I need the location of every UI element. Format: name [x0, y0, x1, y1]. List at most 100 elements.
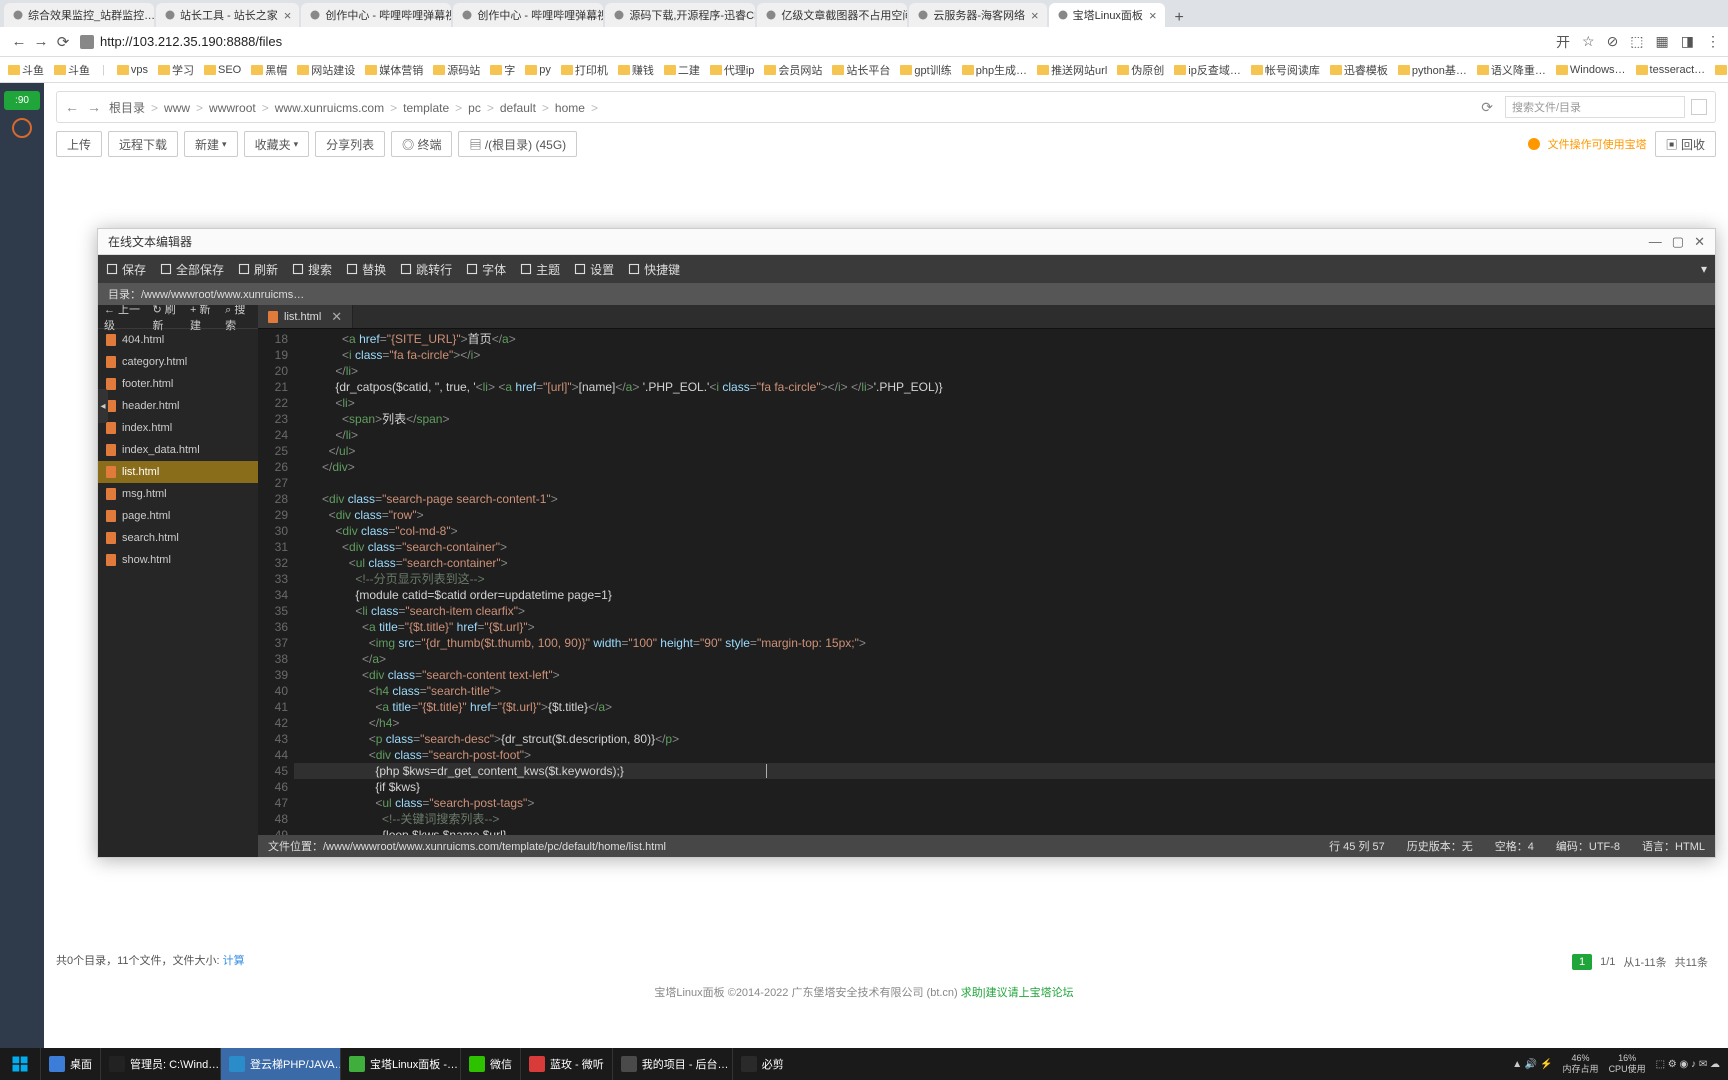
browser-tab-0[interactable]: 综合效果监控_站群监控…×: [4, 3, 154, 27]
toolbar-btn-0[interactable]: 上传: [56, 131, 102, 157]
bookmark-21[interactable]: ip反查域…: [1174, 62, 1241, 78]
back-button[interactable]: ←: [8, 33, 30, 50]
menu-saveall[interactable]: 全部保存: [160, 261, 224, 278]
bookmark-7[interactable]: 媒体营销: [365, 62, 423, 78]
bookmark-13[interactable]: 二建: [664, 62, 700, 78]
menu-hotkey[interactable]: 快捷键: [628, 261, 680, 278]
bookmark-5[interactable]: 黑帽: [251, 62, 287, 78]
breadcrumb-1[interactable]: www: [164, 101, 190, 115]
minimize-button[interactable]: —: [1649, 234, 1662, 250]
menu-theme[interactable]: 主题: [520, 261, 560, 278]
site-info-icon[interactable]: [80, 35, 94, 49]
menu-font[interactable]: 字体: [466, 261, 506, 278]
file-category-html[interactable]: category.html: [98, 351, 258, 373]
taskbar-item-6[interactable]: 我的项目 - 后台…: [612, 1048, 732, 1080]
file-404-html[interactable]: 404.html: [98, 329, 258, 351]
browser-tab-7[interactable]: 宝塔Linux面板×: [1049, 3, 1165, 27]
bookmark-22[interactable]: 帐号阅读库: [1251, 62, 1320, 78]
tray-icons[interactable]: ▲ 🔊 ⚡: [1512, 1059, 1552, 1070]
bookmark-0[interactable]: 斗鱼: [8, 62, 44, 78]
addr-action-6[interactable]: ⋮: [1706, 33, 1720, 50]
file-search-input[interactable]: 搜索文件/目录: [1505, 96, 1685, 118]
bookmark-6[interactable]: 网站建设: [297, 62, 355, 78]
file-footer-html[interactable]: footer.html: [98, 373, 258, 395]
browser-tab-5[interactable]: 亿级文章截图器不占用空间,筛…×: [757, 3, 907, 27]
rail-status-icon[interactable]: [12, 118, 32, 138]
addr-action-5[interactable]: ◨: [1681, 33, 1694, 50]
recycle-button[interactable]: ▣ 回收: [1655, 131, 1716, 157]
browser-tab-1[interactable]: 站长工具 - 站长之家×: [156, 3, 299, 27]
menu-search[interactable]: 搜索: [292, 261, 332, 278]
bookmark-16[interactable]: 站长平台: [832, 62, 890, 78]
addr-action-4[interactable]: ▦: [1656, 33, 1669, 50]
tab-close-icon[interactable]: ×: [284, 8, 292, 23]
tab-close-icon[interactable]: ×: [1149, 8, 1157, 23]
tray-more-icons[interactable]: ⬚ ⚙ ◉ ♪ ✉ ☁: [1656, 1059, 1720, 1070]
menu-settings[interactable]: 设置: [574, 261, 614, 278]
bookmark-4[interactable]: SEO: [204, 64, 241, 76]
bookmark-19[interactable]: 推送网站url: [1037, 62, 1107, 78]
new-tab-button[interactable]: +: [1167, 9, 1192, 27]
forum-link[interactable]: 求助|建议请上宝塔论坛: [961, 987, 1074, 999]
bc-toggle-checkbox[interactable]: [1691, 99, 1707, 115]
addr-action-1[interactable]: ☆: [1582, 33, 1595, 50]
addr-action-0[interactable]: 开: [1556, 32, 1570, 52]
bookmark-27[interactable]: tesseract…: [1636, 64, 1706, 76]
breadcrumb-7[interactable]: home: [555, 101, 585, 115]
rail-ip-badge[interactable]: :90: [4, 91, 40, 110]
sidebar-collapse-handle[interactable]: ◂: [98, 389, 108, 423]
bookmark-18[interactable]: php生成…: [962, 62, 1027, 78]
toolbar-btn-4[interactable]: 分享列表: [315, 131, 385, 157]
bookmark-23[interactable]: 迅睿模板: [1330, 62, 1388, 78]
system-tray[interactable]: ▲ 🔊 ⚡ 46%内存占用 16%CPU使用 ⬚ ⚙ ◉ ♪ ✉ ☁: [1504, 1053, 1728, 1075]
taskbar-item-1[interactable]: 管理员: C:\Wind…: [100, 1048, 220, 1080]
maximize-button[interactable]: ▢: [1672, 234, 1684, 250]
bookmark-9[interactable]: 字: [490, 62, 515, 78]
reload-button[interactable]: ⟳: [52, 33, 74, 51]
forward-button[interactable]: →: [30, 33, 52, 50]
modal-titlebar[interactable]: 在线文本编辑器 — ▢ ✕: [98, 229, 1715, 255]
file-header-html[interactable]: header.html: [98, 395, 258, 417]
file-index-html[interactable]: index.html: [98, 417, 258, 439]
bookmark-10[interactable]: py: [525, 64, 551, 76]
bc-refresh-button[interactable]: ⟳: [1481, 99, 1493, 116]
bookmark-14[interactable]: 代理ip: [710, 62, 755, 78]
file-show-html[interactable]: show.html: [98, 549, 258, 571]
bookmark-3[interactable]: 学习: [158, 62, 194, 78]
taskbar-item-4[interactable]: 微信: [460, 1048, 520, 1080]
bookmark-28[interactable]: (1)免费虚…: [1715, 62, 1728, 78]
browser-tab-4[interactable]: 源码下载,开源程序-迅睿CMS…×: [605, 3, 755, 27]
browser-tab-6[interactable]: 云服务器-海客网络×: [909, 3, 1046, 27]
toolbar-btn-1[interactable]: 远程下载: [108, 131, 178, 157]
file-page-html[interactable]: page.html: [98, 505, 258, 527]
bookmark-12[interactable]: 赚钱: [618, 62, 654, 78]
breadcrumb-3[interactable]: www.xunruicms.com: [275, 101, 384, 115]
menu-refresh[interactable]: 刷新: [238, 261, 278, 278]
bookmark-25[interactable]: 语义降重…: [1477, 62, 1546, 78]
bc-forward-button[interactable]: →: [87, 99, 101, 115]
bookmark-15[interactable]: 会员网站: [764, 62, 822, 78]
bookmark-2[interactable]: vps: [117, 64, 148, 76]
toolbar-btn-2[interactable]: 新建▾: [184, 131, 238, 157]
menu-goto[interactable]: 跳转行: [400, 261, 452, 278]
file-msg-html[interactable]: msg.html: [98, 483, 258, 505]
breadcrumb-2[interactable]: wwwroot: [209, 101, 256, 115]
browser-tab-3[interactable]: 创作中心 - 哔哩哔哩弹幕视频…×: [453, 3, 603, 27]
bookmark-1[interactable]: 斗鱼: [54, 62, 90, 78]
file-search-html[interactable]: search.html: [98, 527, 258, 549]
page-1-button[interactable]: 1: [1572, 954, 1592, 970]
bookmark-24[interactable]: python基…: [1398, 62, 1467, 78]
bc-back-button[interactable]: ←: [65, 99, 79, 115]
status-encoding[interactable]: 编码：UTF-8: [1556, 838, 1620, 854]
editor-tab-list-html[interactable]: list.html ✕: [258, 305, 353, 328]
url-input[interactable]: http://103.212.35.190:8888/files: [100, 34, 1556, 49]
bookmark-26[interactable]: Windows…: [1556, 64, 1626, 76]
browser-tab-2[interactable]: 创作中心 - 哔哩哔哩弹幕视频…×: [301, 3, 451, 27]
status-language[interactable]: 语言：HTML: [1642, 838, 1705, 854]
bookmark-17[interactable]: gpt训练: [900, 62, 951, 78]
toolbar-btn-3[interactable]: 收藏夹▾: [244, 131, 310, 157]
breadcrumb-4[interactable]: template: [403, 101, 449, 115]
bookmark-8[interactable]: 源码站: [433, 62, 480, 78]
taskbar-item-7[interactable]: 必剪: [732, 1048, 792, 1080]
menubar-expand-button[interactable]: ▾: [1701, 262, 1707, 276]
